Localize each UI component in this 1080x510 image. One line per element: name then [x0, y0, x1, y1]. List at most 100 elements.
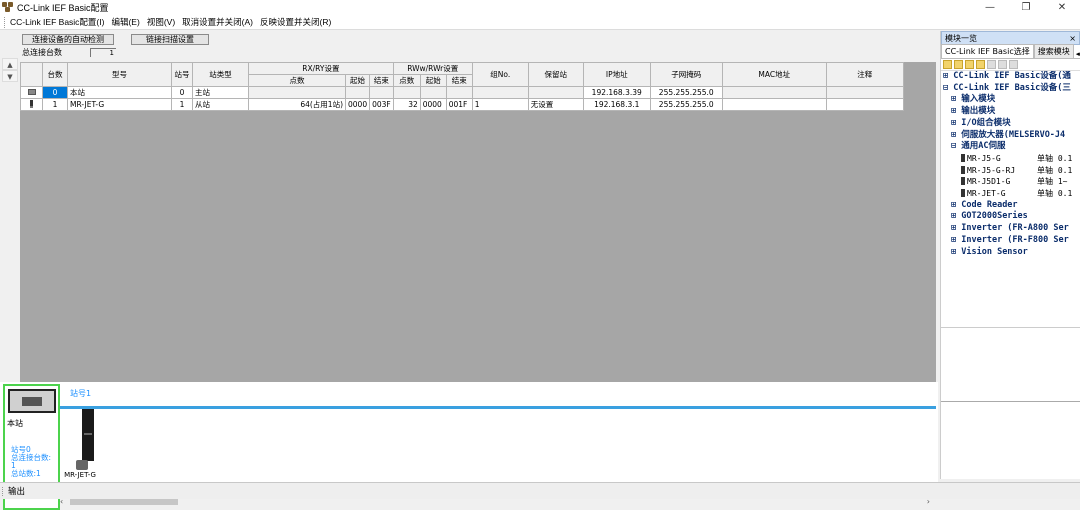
cell-station-type[interactable]: 主站: [192, 86, 249, 99]
header-ip: IP地址: [582, 62, 651, 87]
cell-rx-points[interactable]: 64(占用1站): [248, 98, 346, 111]
output-bar: 输出: [0, 482, 1080, 499]
tree-leaf[interactable]: MR-J5D1-G 单轴 1~: [943, 176, 1080, 188]
cell-subnet[interactable]: 255.255.255.0: [649, 98, 723, 111]
cell-rw-start: [419, 86, 447, 99]
cell-rx-start: [344, 86, 371, 99]
cell-rw-points: [392, 86, 421, 99]
autodetect-button[interactable]: 连接设备的自动检测: [22, 34, 114, 45]
horizontal-scrollbar[interactable]: ‹ ›: [60, 497, 930, 507]
cell-note[interactable]: [825, 86, 904, 99]
header-rx-points: 点数: [248, 74, 346, 87]
cell-reserved[interactable]: 无设置: [527, 98, 584, 111]
cell-mac[interactable]: [721, 98, 827, 111]
menu-edit[interactable]: 编辑(E): [111, 16, 139, 28]
tree-item[interactable]: ⊟ CC-Link IEF Basic设备(三: [943, 83, 1080, 95]
menu-cclink[interactable]: CC-Link IEF Basic配置(I): [10, 16, 104, 28]
station-grid-area: 台数 型号 站号 站类型 RX/RY设置 RWw/RWr设置 组No. 保留站 …: [20, 62, 936, 382]
station-table: 台数 型号 站号 站类型 RX/RY设置 RWw/RWr设置 组No. 保留站 …: [20, 62, 904, 111]
header-rwwrwr: RWw/RWr设置: [392, 62, 473, 75]
tree-item[interactable]: ⊞ 输出模块: [943, 106, 1080, 118]
menu-view[interactable]: 视图(V): [147, 16, 175, 28]
vertical-scrollbar[interactable]: ▲ ▼: [2, 58, 18, 83]
delete-icon[interactable]: [1009, 60, 1018, 69]
header-rw-start: 起始: [419, 74, 447, 87]
cell-rx-points: [248, 86, 346, 99]
tree-item[interactable]: ⊞ Code Reader: [943, 200, 1080, 212]
cell-count[interactable]: 0: [42, 86, 68, 99]
maximize-button[interactable]: ❐: [1008, 0, 1044, 15]
tree-item[interactable]: ⊞ CC-Link IEF Basic设备(通: [943, 71, 1080, 83]
cell-station-no[interactable]: 1: [171, 98, 193, 111]
scroll-up-icon[interactable]: ▲: [2, 58, 18, 70]
servo-icon: [961, 165, 965, 174]
tab-search[interactable]: 搜索模块: [1033, 44, 1074, 58]
panel-splitter[interactable]: [941, 401, 1080, 402]
minimize-button[interactable]: —: [972, 0, 1008, 15]
output-tab[interactable]: 输出: [8, 485, 25, 497]
up-icon[interactable]: [987, 60, 996, 69]
view-detail-icon[interactable]: [976, 60, 985, 69]
servo-icon: [30, 99, 33, 108]
header-subnet: 子网掩码: [649, 62, 723, 87]
tab-arrows-icon[interactable]: ◂▸: [1076, 50, 1080, 58]
host-label: 本站: [7, 419, 23, 428]
view-list-icon[interactable]: [965, 60, 974, 69]
tab-select[interactable]: CC-Link IEF Basic选择: [941, 44, 1034, 58]
tree-item[interactable]: ⊞ GOT2000Series: [943, 211, 1080, 223]
cell-model[interactable]: MR-JET-G: [67, 98, 172, 111]
tree-item[interactable]: ⊞ Vision Sensor: [943, 247, 1080, 259]
header-mac: MAC地址: [721, 62, 827, 87]
table-row-slave[interactable]: 1 MR-JET-G 1 从站 64(占用1站) 0000 003F 32 00…: [20, 98, 904, 111]
tree-item[interactable]: ⊞ I/O组合模块: [943, 118, 1080, 130]
cell-ip[interactable]: 192.168.3.39: [582, 86, 651, 99]
servo-amplifier-icon[interactable]: [82, 409, 94, 461]
cell-rw-points[interactable]: 32: [392, 98, 421, 111]
tree-item[interactable]: ⊞ Inverter (FR-A800 Ser: [943, 223, 1080, 235]
tree-item[interactable]: ⊞ 伺服放大器(MELSERVO-J4: [943, 130, 1080, 142]
tree-item[interactable]: ⊞ Inverter (FR-F800 Ser: [943, 235, 1080, 247]
cell-ip[interactable]: 192.168.3.1: [582, 98, 651, 111]
panel-close-icon[interactable]: ×: [1069, 34, 1076, 43]
table-row-host[interactable]: 0 本站 0 主站 192.168.3.39 255.255.255.0: [20, 86, 904, 99]
menu-bar: CC-Link IEF Basic配置(I) 编辑(E) 视图(V) 取消设置并…: [0, 15, 1080, 30]
host-info: 站号0 总连接台数: 1 总站数:1: [11, 446, 51, 478]
cell-station-no[interactable]: 0: [171, 86, 193, 99]
down-icon[interactable]: [998, 60, 1007, 69]
close-button[interactable]: ✕: [1044, 0, 1080, 15]
sort-desc-icon[interactable]: [954, 60, 963, 69]
cell-model[interactable]: 本站: [67, 86, 172, 99]
tree-leaf[interactable]: MR-J5-G 单轴 0.1: [943, 153, 1080, 165]
menubar-grip[interactable]: [4, 16, 6, 28]
panel-title-bar: 模块一览 ×: [941, 31, 1080, 45]
network-topology: 本站 站号0 总连接台数: 1 总站数:1 站号1 MR-JET-G ‹ ›: [0, 382, 938, 510]
cell-note[interactable]: [825, 98, 904, 111]
cell-group[interactable]: 1: [471, 98, 529, 111]
panel-toolbar: [941, 59, 1080, 71]
sort-icon[interactable]: [943, 60, 952, 69]
cell-rw-end: 001F: [445, 98, 473, 111]
main-area: 连接设备的自动检测 链接扫描设置 总连接台数 1 ▲ ▼ 台数 型号 站号 站类…: [0, 31, 938, 510]
output-grip[interactable]: [2, 486, 5, 496]
scroll-thumb[interactable]: [70, 499, 178, 505]
cell-count[interactable]: 1: [42, 98, 68, 111]
cell-subnet[interactable]: 255.255.255.0: [649, 86, 723, 99]
cell-rx-end: 003F: [369, 98, 394, 111]
menu-apply-close[interactable]: 反映设置并关闭(R): [260, 16, 331, 28]
host-info-stations: 总站数:1: [11, 469, 41, 478]
tree-item[interactable]: ⊟ 通用AC伺服: [943, 141, 1080, 153]
header-station-no: 站号: [171, 62, 193, 87]
tree-item[interactable]: ⊞ 输入模块: [943, 94, 1080, 106]
scroll-down-icon[interactable]: ▼: [2, 70, 18, 82]
tree-leaf[interactable]: MR-JET-G 单轴 0.1: [943, 188, 1080, 200]
servo-icon: [961, 177, 965, 186]
window-title: CC-Link IEF Basic配置: [17, 3, 109, 13]
menu-cancel-close[interactable]: 取消设置并关闭(A): [182, 16, 253, 28]
header-rxry: RX/RY设置: [248, 62, 394, 75]
header-group: 组No.: [471, 62, 529, 87]
tree-leaf[interactable]: MR-J5-G-RJ 单轴 0.1: [943, 165, 1080, 177]
linkscan-button[interactable]: 链接扫描设置: [131, 34, 209, 45]
header-station-type: 站类型: [192, 62, 249, 87]
cell-station-type[interactable]: 从站: [192, 98, 249, 111]
module-tree: ⊞ CC-Link IEF Basic设备(通 ⊟ CC-Link IEF Ba…: [941, 71, 1080, 328]
